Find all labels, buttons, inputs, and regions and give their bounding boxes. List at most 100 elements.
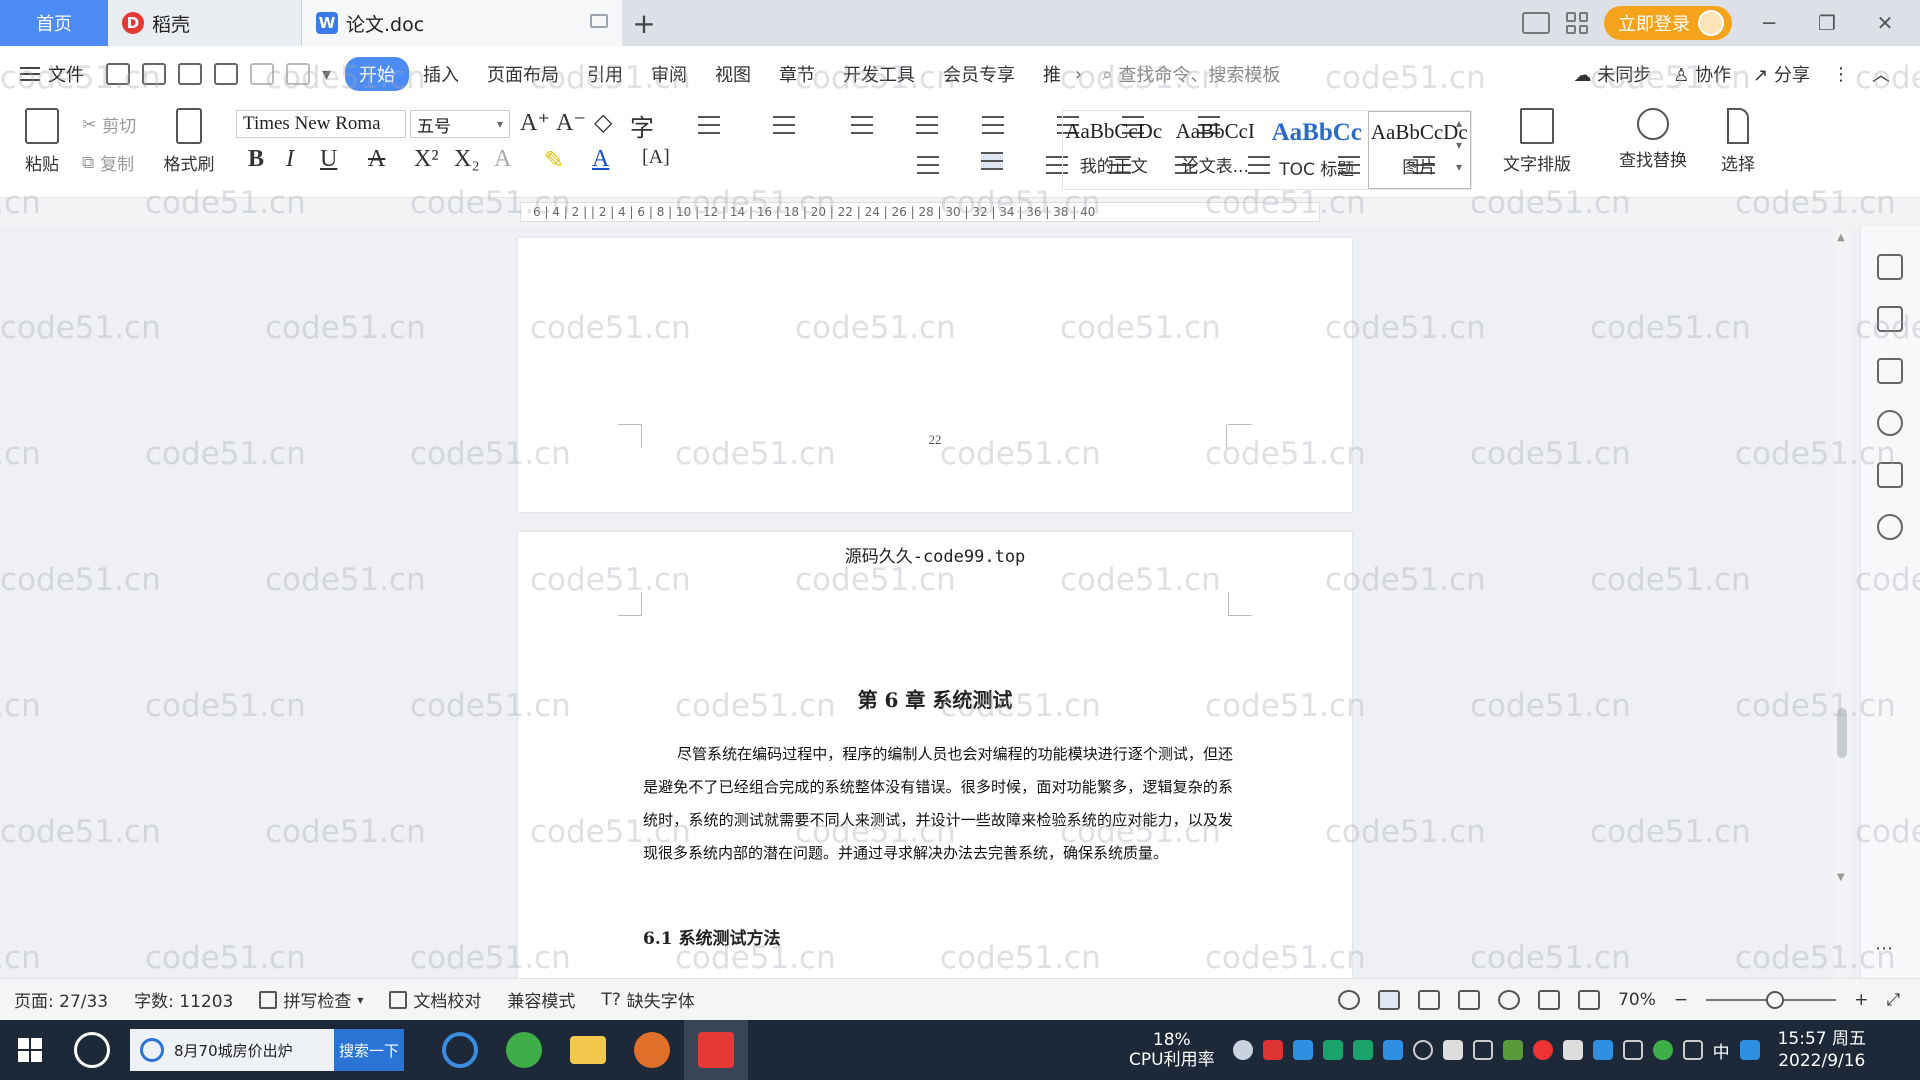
clear-format-icon[interactable]: ◇ — [594, 108, 612, 137]
backup-icon[interactable] — [1877, 462, 1903, 488]
text-layout-button[interactable]: 文字排版 — [1492, 108, 1582, 175]
clock[interactable]: 15:57 周五 2022/9/16 — [1778, 1028, 1866, 1072]
text-effect-icon[interactable]: A — [494, 146, 511, 173]
new-tab-button[interactable]: + — [622, 0, 666, 46]
zoom-level[interactable]: 70% — [1618, 990, 1656, 1010]
align-left-icon[interactable] — [917, 156, 940, 174]
command-search[interactable]: ⌕ 查找命令、搜索模板 — [1102, 61, 1280, 87]
security-tray-icon[interactable] — [1262, 1040, 1283, 1060]
redo-icon[interactable] — [286, 63, 310, 85]
nvidia-icon[interactable] — [1502, 1040, 1523, 1060]
ime-indicator[interactable]: 中 — [1713, 1038, 1730, 1063]
close-button[interactable]: ✕ — [1864, 11, 1906, 35]
format-painter-button[interactable]: 格式刷 — [160, 108, 218, 175]
outline-view-icon[interactable] — [1418, 989, 1441, 1010]
menu-chapter[interactable]: 章节 — [765, 61, 829, 87]
menu-review[interactable]: 审阅 — [637, 61, 701, 87]
file-menu[interactable]: 文件 — [20, 61, 100, 87]
internet-explorer-icon[interactable] — [428, 1020, 492, 1080]
style-thesis-table[interactable]: AaBbCcI 论文表... — [1165, 111, 1267, 189]
menu-insert[interactable]: 插入 — [409, 61, 473, 87]
more-dots-icon[interactable]: ⋯ — [1875, 938, 1893, 959]
browser-360-icon[interactable] — [492, 1020, 556, 1080]
current-page[interactable]: 源码久久-code99.top 第 6 章 系统测试 尽管系统在编码过程中，程序… — [518, 532, 1352, 978]
pen-icon[interactable] — [1877, 254, 1903, 280]
select-button[interactable]: 选择 — [1708, 108, 1768, 175]
highlight-icon[interactable]: ✎ — [544, 146, 564, 175]
menu-references[interactable]: 引用 — [573, 61, 637, 87]
scroll-thumb[interactable] — [1837, 708, 1847, 758]
zoom-slider-knob[interactable] — [1766, 990, 1785, 1009]
tab-daoke[interactable]: D 稻壳 — [108, 0, 302, 46]
underline-icon[interactable]: U — [320, 146, 337, 173]
scroll-down-icon[interactable]: ▼ — [1837, 872, 1845, 883]
missing-font-button[interactable]: T? 缺失字体 — [601, 987, 694, 1013]
bullet-list-icon[interactable] — [698, 116, 720, 134]
proofread-button[interactable]: 文档校对 — [389, 987, 481, 1012]
usb-icon[interactable] — [1622, 1040, 1643, 1060]
page-view-icon[interactable] — [1378, 989, 1401, 1010]
style-toc-heading[interactable]: AaBbCc TOC 标题 — [1266, 111, 1368, 189]
help-icon[interactable] — [1877, 410, 1903, 436]
taskbar-search-button[interactable]: 搜索一下 — [334, 1029, 404, 1071]
tray-app-icon[interactable] — [1652, 1040, 1673, 1060]
share-button[interactable]: ↗ 分享 — [1753, 61, 1810, 87]
print-icon[interactable] — [178, 63, 202, 85]
cut-button[interactable]: ✂ 剪切 — [82, 112, 136, 138]
restore-button[interactable]: ❐ — [1806, 11, 1848, 35]
apps-grid-icon[interactable] — [1566, 12, 1588, 34]
search-tray-icon[interactable] — [1739, 1040, 1760, 1060]
decrease-indent-icon[interactable] — [850, 116, 873, 134]
font-color-icon[interactable]: A — [592, 146, 609, 173]
document-workspace[interactable]: 22 源码久久-code99.top 第 6 章 系统测试 尽管系统在编码过程中… — [0, 226, 1840, 978]
fullscreen-icon[interactable]: ⤢ — [1886, 990, 1900, 1010]
volume-icon[interactable] — [1682, 1040, 1703, 1060]
menu-member[interactable]: 会员专享 — [929, 61, 1029, 87]
menu-more-icon[interactable]: › — [1075, 64, 1082, 85]
pointer-icon[interactable] — [1877, 306, 1903, 332]
minimize-button[interactable]: ─ — [1748, 11, 1790, 35]
tray-app-icon[interactable] — [1322, 1040, 1343, 1060]
menu-dev-tools[interactable]: 开发工具 — [829, 61, 929, 87]
weather-icon[interactable] — [1232, 1040, 1253, 1060]
web-view-icon[interactable] — [1498, 989, 1521, 1010]
menu-view[interactable]: 视图 — [701, 61, 765, 87]
fit-page-icon[interactable] — [1578, 989, 1601, 1010]
menu-home[interactable]: 开始 — [345, 57, 410, 91]
spellcheck-button[interactable]: 拼写检查 ▾ — [259, 987, 363, 1012]
taskbar-search[interactable]: 8月70城房价出炉 搜索一下 — [130, 1029, 404, 1071]
wps-taskbar-icon[interactable] — [684, 1020, 748, 1080]
align-center-icon[interactable] — [980, 152, 1003, 170]
undo-icon[interactable] — [250, 63, 274, 85]
write-mode-icon[interactable] — [1538, 989, 1561, 1010]
qq-icon[interactable] — [1532, 1040, 1553, 1060]
word-count[interactable]: 字数: 11203 — [134, 987, 233, 1012]
style-my-body[interactable]: AaBbCcDc 我的正文 — [1063, 111, 1165, 189]
text-direction-icon[interactable] — [981, 116, 1004, 134]
find-replace-button[interactable]: 查找替换 — [1608, 108, 1698, 171]
wifi-icon[interactable] — [1412, 1040, 1433, 1060]
tray-app-icon[interactable] — [1352, 1040, 1373, 1060]
collab-button[interactable]: ♙ 协作 — [1673, 61, 1731, 87]
notification-bell-icon[interactable] — [1442, 1040, 1463, 1060]
layout-icon[interactable] — [1522, 12, 1550, 34]
vertical-scrollbar[interactable]: ▲ ▼ — [1834, 226, 1850, 978]
grow-font-icon[interactable]: A⁺ — [520, 108, 550, 137]
bluetooth-icon[interactable] — [1592, 1040, 1613, 1060]
login-button[interactable]: 立即登录 — [1604, 6, 1732, 40]
numbered-list-icon[interactable] — [773, 116, 796, 134]
eye-protection-icon[interactable] — [1338, 989, 1361, 1010]
ruler-track[interactable]: 6 | 4 | 2 | | 2 | 4 | 6 | 8 | 10 | 12 | … — [520, 202, 1320, 222]
share-circle-icon[interactable] — [1877, 514, 1903, 540]
char-border-icon[interactable]: [A] — [642, 146, 670, 169]
font-name-select[interactable]: Times New Roma — [236, 110, 406, 138]
zoom-out-button[interactable]: − — [1674, 990, 1688, 1010]
settings-sliders-icon[interactable] — [1877, 358, 1903, 384]
tab-home[interactable]: 首页 — [0, 0, 108, 46]
superscript-icon[interactable]: X² — [414, 146, 439, 173]
battery-icon[interactable] — [1562, 1040, 1583, 1060]
monitor-icon[interactable] — [590, 14, 608, 28]
tab-document[interactable]: W 论文.doc — [302, 0, 622, 46]
style-scroll-icon[interactable]: ▴ ▾ ▾ — [1456, 112, 1462, 178]
shield-icon[interactable] — [1382, 1040, 1403, 1060]
